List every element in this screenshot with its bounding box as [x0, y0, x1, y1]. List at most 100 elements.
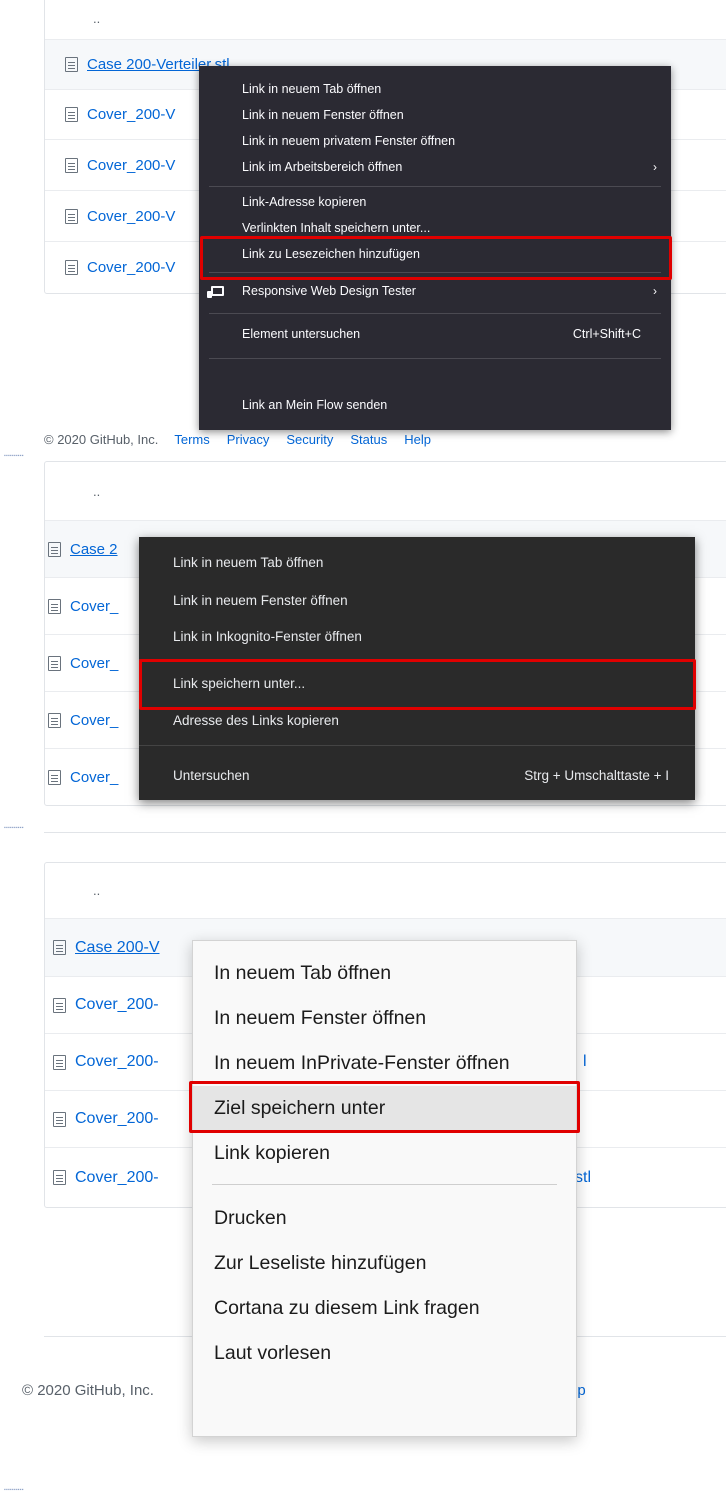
menu-item-open-in-workspace[interactable]: Link im Arbeitsbereich öffnen ›	[199, 154, 671, 180]
menu-item-label: Link in neuem Fenster öffnen	[173, 592, 348, 608]
file-link[interactable]: Cover_200-V	[87, 157, 175, 174]
menu-item-label: In neuem Tab öffnen	[214, 961, 392, 984]
file-link-tail[interactable]: l	[583, 1053, 587, 1071]
menu-item-open-new-tab[interactable]: In neuem Tab öffnen	[193, 951, 576, 995]
menu-item-label: Responsive Web Design Tester	[242, 284, 416, 298]
menu-item-inspect-element[interactable]: Element untersuchen Ctrl+Shift+C	[199, 319, 671, 349]
menu-item-open-inprivate[interactable]: In neuem InPrivate-Fenster öffnen	[193, 1041, 576, 1085]
parent-dir-link[interactable]: ..	[93, 11, 100, 26]
menu-item-shortcut: Ctrl+Shift+C	[572, 327, 641, 341]
file-icon	[53, 1111, 66, 1127]
menu-separator	[212, 1184, 557, 1185]
file-icon	[53, 1170, 66, 1185]
file-link[interactable]: Cover_	[70, 712, 118, 729]
menu-item-label: Link an Mein Flow senden	[242, 398, 388, 412]
menu-item-label: Link kopieren	[214, 1141, 330, 1164]
menu-item-label: In neuem InPrivate-Fenster öffnen	[214, 1051, 510, 1074]
panel-firefox: .. Case 200-Verteiler.stl Cover_200-V Co…	[0, 0, 726, 452]
menu-item-copy-link-address[interactable]: Adresse des Links kopieren	[139, 705, 695, 735]
menu-item-save-link-as[interactable]: Link speichern unter...	[139, 668, 695, 698]
file-link[interactable]: Cover_200-V	[87, 106, 175, 123]
menu-item-save-linked-content[interactable]: Verlinkten Inhalt speichern unter...	[199, 215, 671, 241]
file-link[interactable]: Cover_200-V	[87, 208, 175, 225]
file-link[interactable]: Cover_	[70, 769, 118, 786]
file-link[interactable]: Cover_200-	[75, 1053, 159, 1071]
menu-item-label: Ziel speichern unter	[214, 1096, 386, 1119]
menu-item-label: In neuem Fenster öffnen	[214, 1006, 427, 1029]
footer-link-security[interactable]: Security	[286, 432, 333, 447]
menu-item-label: Element untersuchen	[242, 327, 361, 341]
menu-item-label: Link im Arbeitsbereich öffnen	[242, 160, 403, 174]
file-icon	[48, 712, 61, 728]
menu-item-send-to-flow[interactable]: Link an Mein Flow senden	[199, 392, 671, 418]
file-icon	[48, 769, 61, 785]
file-link[interactable]: Cover_	[70, 598, 118, 615]
menu-item-open-new-window[interactable]: In neuem Fenster öffnen	[193, 996, 576, 1040]
menu-item-inspect[interactable]: Untersuchen Strg + Umschalttaste + I	[139, 760, 695, 790]
footer-link-terms[interactable]: Terms	[174, 432, 209, 447]
menu-item-open-new-window[interactable]: Link in neuem Fenster öffnen	[199, 102, 671, 128]
file-link[interactable]: Cover_200-	[75, 1110, 159, 1128]
page-footer: © 2020 GitHub, Inc.	[22, 1382, 170, 1399]
parent-dir-link[interactable]: ..	[93, 883, 100, 898]
menu-item-label: Link zu Lesezeichen hinzufügen	[242, 247, 420, 261]
file-link[interactable]: Cover_200-	[75, 996, 159, 1014]
file-link[interactable]: Cover_	[70, 655, 118, 672]
menu-item-label: Link in Inkognito-Fenster öffnen	[173, 628, 362, 644]
parent-dir-link[interactable]: ..	[93, 484, 100, 499]
page-footer: © 2020 GitHub, Inc. Terms Privacy Securi…	[44, 432, 448, 447]
file-link[interactable]: Case 200-V	[75, 939, 160, 957]
file-link[interactable]: Case 2	[70, 541, 118, 558]
menu-item-label: Untersuchen	[173, 767, 250, 783]
menu-item-bookmark-link[interactable]: Link zu Lesezeichen hinzufügen	[199, 241, 671, 267]
footer-link-help[interactable]: Help	[404, 432, 431, 447]
menu-item-open-new-tab[interactable]: Link in neuem Tab öffnen	[139, 547, 695, 577]
file-icon	[53, 997, 66, 1013]
menu-item-label: Laut vorlesen	[214, 1341, 332, 1364]
footer-link-status[interactable]: Status	[350, 432, 387, 447]
divider	[44, 832, 726, 833]
menu-item-print[interactable]: Drucken	[193, 1196, 576, 1240]
file-icon	[65, 260, 78, 275]
menu-separator	[209, 358, 661, 359]
menu-separator	[209, 272, 661, 273]
file-link-tail[interactable]: stl	[575, 1169, 591, 1187]
menu-item-label: Link in neuem Fenster öffnen	[242, 108, 404, 122]
menu-separator	[139, 659, 695, 660]
menu-item-label: Link-Adresse kopieren	[242, 195, 367, 209]
menu-item-copy-link[interactable]: Link kopieren	[193, 1131, 576, 1175]
file-icon	[48, 541, 61, 557]
menu-item-save-target-as[interactable]: Ziel speichern unter	[193, 1086, 576, 1130]
parent-dir-row[interactable]: ..	[45, 863, 726, 918]
menu-item-copy-link-address[interactable]: Link-Adresse kopieren	[199, 189, 671, 215]
menu-item-open-incognito[interactable]: Link in Inkognito-Fenster öffnen	[139, 621, 695, 651]
file-icon	[48, 655, 61, 671]
file-icon	[48, 598, 61, 614]
menu-item-open-private-window[interactable]: Link in neuem privatem Fenster öffnen	[199, 128, 671, 154]
menu-item-label: Link in neuem privatem Fenster öffnen	[242, 134, 456, 148]
parent-dir-row[interactable]: ..	[45, 462, 726, 520]
menu-item-label: Link speichern unter...	[173, 675, 306, 691]
menu-item-ask-cortana[interactable]: Cortana zu diesem Link fragen	[193, 1286, 576, 1330]
parent-dir-row[interactable]: ..	[45, 0, 726, 39]
menu-item-read-aloud[interactable]: Laut vorlesen	[193, 1331, 576, 1375]
menu-separator	[139, 745, 695, 746]
chevron-right-icon: ›	[653, 160, 657, 174]
file-icon	[65, 107, 78, 122]
menu-item-label: Verlinkten Inhalt speichern unter...	[242, 221, 431, 235]
panel-edge: .. Case 200-V Cover_200- Cover_200- l Co…	[0, 832, 726, 1494]
responsive-design-icon	[207, 286, 224, 298]
menu-item-open-new-window[interactable]: Link in neuem Fenster öffnen	[139, 585, 695, 615]
menu-item-responsive-design-tester[interactable]: Responsive Web Design Tester ›	[199, 276, 671, 306]
file-link[interactable]: Cover_200-	[75, 1169, 159, 1187]
footer-copyright: © 2020 GitHub, Inc.	[22, 1382, 154, 1399]
footer-link-privacy[interactable]: Privacy	[227, 432, 270, 447]
context-menu-edge: In neuem Tab öffnen In neuem Fenster öff…	[192, 940, 577, 1437]
file-link[interactable]: Cover_200-V	[87, 259, 175, 276]
panel-chrome: .. Case 2 Cover_ Cover_ Cover_ Cover_ Li…	[0, 461, 726, 832]
chevron-right-icon: ›	[653, 284, 657, 298]
menu-item-add-to-reading-list[interactable]: Zur Leseliste hinzufügen	[193, 1241, 576, 1285]
menu-item-shortcut: Strg + Umschalttaste + I	[524, 767, 669, 783]
menu-item-open-new-tab[interactable]: Link in neuem Tab öffnen	[199, 76, 671, 102]
menu-item-label: Zur Leseliste hinzufügen	[214, 1251, 427, 1274]
